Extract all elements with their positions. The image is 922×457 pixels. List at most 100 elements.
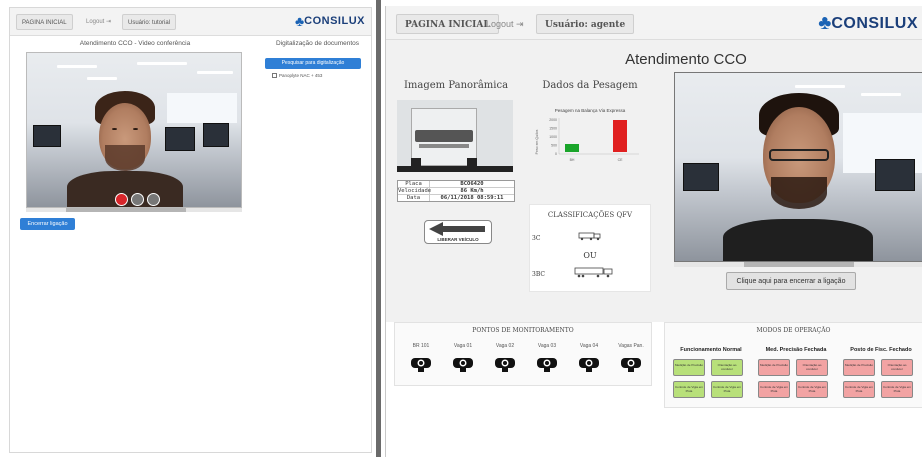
video-feed-left [26, 52, 242, 208]
truck-3bc-icon [574, 267, 613, 278]
mode-button[interactable]: Controle de Vigia em Pista [881, 381, 913, 398]
toggle-camera-button[interactable] [147, 193, 160, 206]
scanner-option[interactable]: Panoplyte NAC + 453 [272, 73, 322, 78]
video-scrollbar[interactable] [674, 262, 922, 267]
mode-button[interactable]: Medição de Precisão [758, 359, 790, 376]
plate-label: Placa [398, 181, 430, 187]
mode-title: Posto de Fisc. Fechado [850, 347, 912, 353]
scan-documents-button[interactable]: Pesquisar para digitalização [265, 58, 361, 69]
chart-ytick: 1000 [549, 135, 557, 139]
user-badge: Usuário: agente [536, 14, 635, 34]
docs-title: Digitalização de documentos [275, 40, 360, 47]
camera-icon[interactable] [451, 355, 475, 373]
monitor-point-label: BR 101 [412, 343, 430, 349]
truck-3c-icon [578, 232, 601, 241]
logout-link[interactable]: Logout ⇥ [486, 14, 524, 34]
qfv-b-label: 3BC [532, 271, 545, 278]
camera-icon[interactable] [535, 355, 559, 373]
scanner-checkbox[interactable] [272, 73, 277, 78]
vehicle-info-table: Placa BCO6420 Velocidade 86 Km/h Data 06… [397, 180, 515, 202]
weighing-chart: Peso em Quilos 2000 1500 1000 500 0 BH CE [535, 118, 639, 162]
camera-icon[interactable] [409, 355, 433, 373]
mode-button[interactable]: Controle de Vigia em Pista [796, 381, 828, 398]
end-call-label: Clique aqui para encerrar a ligação [736, 278, 846, 285]
chart-ytick: 2000 [549, 118, 557, 122]
chart-xtick: CE [618, 158, 624, 162]
date-value: 06/11/2018 08:59:11 [440, 195, 504, 201]
mode-button[interactable]: Orientação ao condutor [881, 359, 913, 376]
chart-ytick: 1500 [549, 127, 557, 131]
pane-divider[interactable] [376, 0, 381, 457]
mode-title: Med. Precisão Fechada [765, 347, 827, 353]
camera-icon[interactable] [619, 355, 643, 373]
video-scrollbar[interactable] [26, 208, 242, 212]
scanner-label: Panoplyte NAC + 453 [279, 73, 323, 78]
panoramic-title: Imagem Panorâmica [403, 80, 509, 91]
logo-name: CONSILUX [831, 14, 918, 32]
page-title: Atendimento CCO [625, 51, 747, 68]
right-navbar: PAGINA INICIAL Logout ⇥ Usuário: agente … [386, 6, 922, 40]
monitor-point-label: Vagas Pan. [618, 343, 644, 349]
logout-label: Logout [86, 19, 105, 25]
right-window: PAGINA INICIAL Logout ⇥ Usuário: agente … [385, 6, 922, 457]
modes-title: MODOS DE OPERAÇÃO [756, 327, 831, 334]
logout-icon: ⇥ [106, 19, 112, 25]
panoramic-card: Imagem Panorâmica Placa BCO6420 Velocida… [394, 74, 518, 246]
qfv-card: CLASSIFICAÇÕES QFV 3C OU 3BC [529, 204, 651, 292]
mute-mic-button[interactable] [131, 193, 144, 206]
mode-button[interactable]: Medição de Precisão [673, 359, 705, 376]
user-badge: Usuário: tutorial [122, 14, 177, 30]
mode-button[interactable]: Controle de Vigia em Pista [711, 381, 743, 398]
mode-button[interactable]: Controle de Vigia em Pista [843, 381, 875, 398]
release-vehicle-button[interactable]: LIBERAR VEÍCULO [424, 220, 492, 244]
qfv-or: OU [583, 251, 597, 260]
monitor-point-label: Vaga 04 [579, 343, 599, 349]
release-vehicle-label: LIBERAR VEÍCULO [437, 237, 479, 242]
logout-label: Logout [486, 19, 514, 29]
mode-button[interactable]: Controle de Vigia em Pista [758, 381, 790, 398]
speed-label: Velocidade [398, 188, 432, 194]
mode-button[interactable]: Controle de Vigia em Pista [673, 381, 705, 398]
mode-button[interactable]: Orientação ao condutor [711, 359, 743, 376]
chart-ytick: 500 [551, 144, 557, 148]
monitor-point-label: Vaga 03 [537, 343, 557, 349]
video-feed-right [674, 72, 922, 262]
logout-link[interactable]: Logout ⇥ [86, 14, 111, 30]
weighing-chart-title: Pesagem na Balança Via Expressa [554, 108, 626, 113]
hangup-call-button[interactable] [115, 193, 128, 206]
end-call-button-left[interactable]: Encerrar ligação [20, 218, 75, 230]
camera-icon[interactable] [493, 355, 517, 373]
mode-button[interactable]: Medição de Precisão [843, 359, 875, 376]
speed-value: 86 Km/h [460, 188, 484, 194]
mode-title: Funcionamento Normal [680, 347, 742, 353]
end-call-button-right[interactable]: Clique aqui para encerrar a ligação [726, 272, 856, 290]
logo-mark-icon: ♣ [818, 12, 832, 34]
modes-card: MODOS DE OPERAÇÃO Funcionamento Normal Me… [664, 322, 922, 408]
video-title: Atendimento CCO - Video conferência [79, 40, 191, 47]
chart-xtick: BH [570, 158, 575, 162]
logo-mark-icon: ♣ [294, 13, 305, 29]
glasses [769, 149, 829, 161]
panoramic-image [397, 100, 513, 172]
chart-ytick: 0 [555, 152, 557, 156]
home-button[interactable]: PAGINA INICIAL [16, 14, 73, 30]
logo-name: CONSILUX [304, 15, 365, 27]
camera-icon[interactable] [577, 355, 601, 373]
bar-bh [565, 144, 579, 152]
plate-value: BCO6420 [460, 181, 484, 187]
consilux-logo: ♣ CONSILUX [818, 12, 918, 35]
arrow-left-icon [429, 222, 485, 236]
date-label: Data [398, 195, 430, 201]
weighing-card: Dados da Pesagem Pesagem na Balança Via … [529, 74, 651, 174]
logout-icon: ⇥ [516, 19, 524, 29]
monitor-point-label: Vaga 01 [453, 343, 473, 349]
left-navbar: PAGINA INICIAL Logout ⇥ Usuário: tutoria… [10, 8, 371, 36]
qfv-title: CLASSIFICAÇÕES QFV [547, 211, 633, 219]
home-button[interactable]: PAGINA INICIAL [396, 14, 499, 34]
consilux-logo: ♣ CONSILUX [295, 13, 365, 29]
weighing-title: Dados da Pesagem [542, 80, 638, 91]
chart-ylabel: Peso em Quilos [535, 129, 539, 154]
mode-button[interactable]: Orientação ao condutor [796, 359, 828, 376]
monitoring-title: PONTOS DE MONITORAMENTO [472, 327, 574, 334]
bar-ce [613, 120, 627, 152]
